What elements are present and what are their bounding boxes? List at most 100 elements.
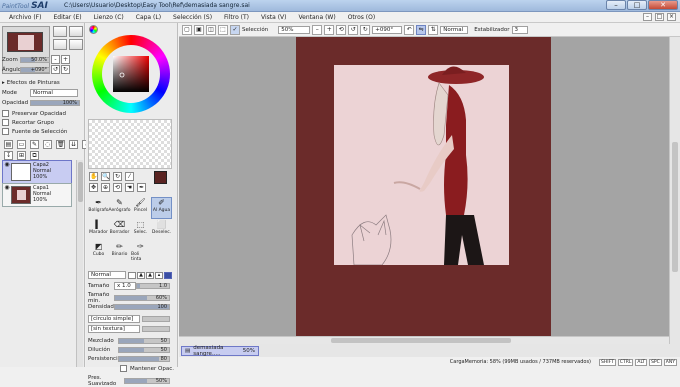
zoom-out-icon[interactable]: –	[312, 24, 323, 35]
rotate-right-button[interactable]	[69, 39, 83, 50]
transform-icon[interactable]: ⬚	[218, 24, 228, 35]
clip-group-checkbox[interactable]	[2, 119, 9, 126]
menu-seleccion[interactable]: Selección (S)	[167, 14, 218, 21]
blur-slider[interactable]: 50%	[124, 378, 170, 384]
brush-texture-strength[interactable]	[142, 326, 170, 332]
close-button[interactable]: ✕	[648, 0, 678, 10]
rotate-right-icon[interactable]: ↻	[360, 24, 371, 35]
density-slider[interactable]: 100	[114, 304, 170, 310]
artwork[interactable]	[334, 65, 509, 266]
angle-slider[interactable]: +090°	[20, 66, 50, 73]
primary-color-swatch[interactable]	[154, 171, 167, 184]
minimize-button[interactable]: –	[606, 0, 626, 10]
eye-icon[interactable]: ◉	[3, 184, 11, 206]
menu-editar[interactable]: Editar (E)	[47, 14, 87, 21]
rotate-ccw-button[interactable]: ↺	[51, 65, 60, 74]
maximize-button[interactable]: □	[627, 0, 647, 10]
tool-deseleccion[interactable]: ⬜ Deselec.	[151, 219, 172, 241]
new-linework-icon[interactable]: ✎	[30, 140, 39, 149]
tool-boli-tinta[interactable]: ✑ Boli tinta	[130, 241, 151, 263]
rotate-left-icon[interactable]: ↺	[348, 24, 359, 35]
menu-archivo[interactable]: Archivo (F)	[3, 14, 47, 21]
brush-shape-strength[interactable]	[142, 316, 170, 322]
mdi-minimize-button[interactable]: –	[643, 13, 652, 21]
tool-al-agua[interactable]: ✐ Al Agua	[151, 197, 172, 219]
dilution-slider[interactable]: 50	[118, 347, 170, 353]
menu-filtro[interactable]: Filtro (T)	[218, 14, 255, 21]
expand-icon[interactable]: ▸	[2, 80, 5, 86]
zoom-icon[interactable]: 🔍	[101, 172, 110, 181]
zoom-reset-icon[interactable]: ⟲	[336, 24, 347, 35]
view-mode-select[interactable]: Normal	[440, 25, 469, 34]
duplicate-layer-icon[interactable]: ⧉	[30, 151, 39, 160]
persistence-slider[interactable]: 80	[118, 356, 170, 362]
selection-source-checkbox[interactable]	[2, 128, 9, 135]
blend-mode-select[interactable]: Normal	[30, 89, 78, 97]
move-icon[interactable]: ✥	[89, 183, 98, 192]
mdi-close-button[interactable]: ×	[667, 13, 676, 21]
rotate-left-button[interactable]	[53, 39, 67, 50]
size-multiplier-select[interactable]: x 1.0	[114, 282, 136, 290]
transfer-down-icon[interactable]: ↧	[4, 151, 13, 160]
zoom-slider[interactable]: 50.0%	[20, 56, 50, 63]
tool-binario[interactable]: ✏ Binario	[109, 241, 130, 263]
canvas-workspace[interactable]	[179, 37, 669, 344]
zoom-minus-button[interactable]: -	[51, 55, 60, 64]
layer-list-scrollbar[interactable]	[76, 160, 83, 367]
menu-ventana[interactable]: Ventana (W)	[293, 14, 342, 21]
menu-lienzo[interactable]: Lienzo (C)	[88, 14, 130, 21]
zoom-out-button[interactable]	[69, 26, 83, 37]
horizontal-scrollbar[interactable]	[179, 336, 669, 344]
menu-capa[interactable]: Capa (L)	[130, 14, 167, 21]
tool-aerografo[interactable]: ✎ Aerógrafo	[108, 197, 130, 219]
rotate-reset-icon[interactable]: ↶	[404, 24, 415, 35]
new-layer-icon[interactable]: ▤	[4, 140, 13, 149]
hand-tool-icon[interactable]: ☚	[125, 183, 134, 192]
zoom-in-icon[interactable]: +	[324, 24, 335, 35]
flip-vertical-icon[interactable]: ⇅	[428, 24, 439, 35]
rotate-icon[interactable]: ↻	[113, 172, 122, 181]
menu-otros[interactable]: Otros (O)	[342, 14, 382, 21]
merge-down-icon[interactable]: ⇊	[69, 140, 78, 149]
keep-opacity-checkbox[interactable]	[120, 365, 127, 372]
rotate-tool-icon[interactable]: ⟲	[113, 183, 122, 192]
hand-icon[interactable]: ✋	[89, 172, 98, 181]
new-folder-icon[interactable]: ▭	[17, 140, 26, 149]
zoom-select[interactable]: 50%	[278, 25, 311, 34]
mix-slider[interactable]: 50	[118, 338, 170, 344]
tool-marador[interactable]: ▍ Marador	[88, 219, 109, 241]
opacity-slider[interactable]: 100%	[30, 100, 80, 106]
layer-item-capa2[interactable]: ◉ Capa2 Normal 100%	[2, 160, 72, 184]
tool-cubo[interactable]: ◩ Cubo	[88, 241, 109, 263]
preserve-opacity-checkbox[interactable]	[2, 110, 9, 117]
angle-select[interactable]: +090°	[372, 25, 403, 34]
brush-texture-select[interactable]: [sin textura]	[88, 325, 140, 333]
eyedropper-icon[interactable]: ⁄	[125, 172, 134, 181]
delete-layer-icon[interactable]: 🗑	[56, 140, 65, 149]
brush-shape-presets[interactable]: ▲ ▲ ▴	[128, 271, 172, 279]
deselect-icon[interactable]: ▣	[194, 24, 204, 35]
rotate-cw-button[interactable]: ↻	[61, 65, 70, 74]
tool-pincel[interactable]: 🖌 Pincel	[130, 197, 151, 219]
size-slider[interactable]: 1.0	[136, 283, 170, 289]
tool-seleccion[interactable]: ⬚ Selec.	[130, 219, 151, 241]
tool-borrador[interactable]: ⌫ Borrador	[109, 219, 130, 241]
min-size-slider[interactable]: 60%	[114, 295, 170, 301]
pick-color-icon[interactable]: ✒	[137, 183, 146, 192]
menu-vista[interactable]: Vista (V)	[255, 14, 293, 21]
brush-shape-select[interactable]: [circulo simple]	[88, 315, 140, 323]
merge-all-icon[interactable]: ⊞	[17, 151, 26, 160]
tool-boligrafo[interactable]: ✒ Bolígrafo	[88, 197, 109, 219]
zoom-plus-button[interactable]: +	[61, 55, 70, 64]
layer-item-capa1[interactable]: ◉ Capa1 Normal 100%	[2, 183, 72, 207]
swatch-scratchpad[interactable]	[88, 119, 172, 169]
select-all-icon[interactable]: ▢	[182, 24, 192, 35]
selection-toggle-icon[interactable]: ✓	[230, 24, 240, 35]
color-wheel[interactable]	[92, 35, 170, 113]
invert-selection-icon[interactable]: ◫	[206, 24, 216, 35]
clear-layer-icon[interactable]: ◌	[43, 140, 52, 149]
document-tab[interactable]: ▤ demasiada sangre..... 50%	[181, 345, 259, 357]
eye-icon[interactable]: ◉	[3, 161, 11, 183]
zoom-in-button[interactable]	[53, 26, 67, 37]
flip-horizontal-icon[interactable]: ⇋	[416, 24, 427, 35]
